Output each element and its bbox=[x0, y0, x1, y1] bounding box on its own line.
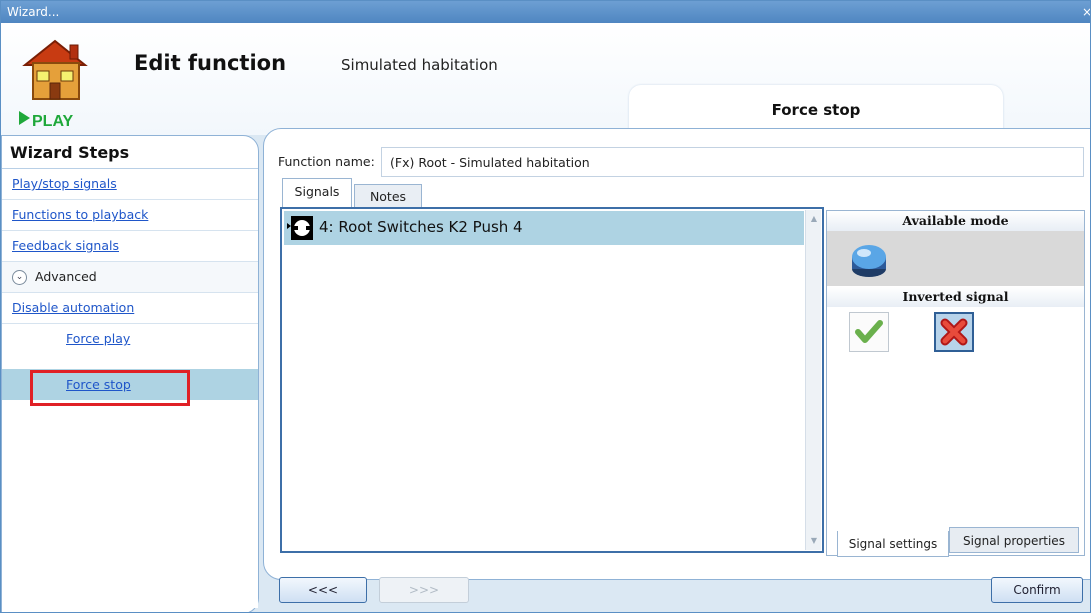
header: PLAY Edit function Simulated habitation … bbox=[1, 23, 1090, 135]
step-link-label[interactable]: Force play bbox=[66, 331, 130, 346]
scroll-up-icon[interactable]: ▲ bbox=[809, 214, 819, 224]
tab-signals[interactable]: Signals bbox=[282, 178, 352, 208]
blue-round-button-icon[interactable] bbox=[849, 239, 889, 279]
step-link-label[interactable]: Play/stop signals bbox=[12, 176, 117, 191]
page-subtitle: Simulated habitation bbox=[341, 56, 498, 74]
wizard-window: Wizard... × PLAY Edit function Simulated… bbox=[0, 0, 1091, 613]
tab-signal-properties[interactable]: Signal properties bbox=[949, 527, 1079, 553]
step-feedback-signals[interactable]: Feedback signals bbox=[2, 231, 258, 262]
advanced-label: Advanced bbox=[35, 269, 97, 284]
tab-notes[interactable]: Notes bbox=[354, 184, 422, 208]
step-disable-automation[interactable]: Disable automation bbox=[2, 293, 258, 324]
signals-list: 4: Root Switches K2 Push 4 ▲ ▼ bbox=[280, 207, 824, 553]
scrollbar[interactable]: ▲ ▼ bbox=[805, 210, 821, 550]
tab-signal-settings[interactable]: Signal settings bbox=[837, 531, 949, 557]
list-item[interactable]: 4: Root Switches K2 Push 4 bbox=[284, 211, 804, 245]
function-name-input[interactable] bbox=[381, 147, 1084, 177]
highlight-box bbox=[30, 370, 190, 406]
step-force-play[interactable]: Force play bbox=[2, 324, 258, 355]
wizard-steps-panel: Wizard Steps Play/stop signals Functions… bbox=[1, 135, 259, 612]
next-button[interactable]: >>> bbox=[379, 577, 469, 603]
confirm-button[interactable]: Confirm bbox=[991, 577, 1083, 603]
function-name-label: Function name: bbox=[278, 154, 375, 169]
house-play-icon: PLAY bbox=[15, 35, 103, 145]
advanced-expander[interactable]: ⌄ Advanced bbox=[2, 262, 258, 293]
close-icon[interactable]: × bbox=[1082, 1, 1090, 23]
available-mode-header: Available mode bbox=[827, 211, 1084, 231]
main-panel: Function name: Signals Notes 4: Root Swi… bbox=[263, 128, 1090, 580]
push-button-signal-icon bbox=[287, 216, 313, 240]
logo-play-text: PLAY bbox=[32, 113, 74, 130]
chevron-down-icon[interactable]: ⌄ bbox=[12, 270, 27, 285]
window-title: Wizard... bbox=[7, 5, 60, 19]
title-bar: Wizard... × bbox=[1, 1, 1090, 23]
step-link-label[interactable]: Functions to playback bbox=[12, 207, 148, 222]
step-functions-to-playback[interactable]: Functions to playback bbox=[2, 200, 258, 231]
wizard-steps-title: Wizard Steps bbox=[10, 143, 130, 162]
previous-button[interactable]: <<< bbox=[279, 577, 367, 603]
inverted-signal-header: Inverted signal bbox=[827, 287, 1084, 307]
red-x-icon[interactable] bbox=[934, 312, 974, 352]
green-check-icon[interactable] bbox=[849, 312, 889, 352]
signal-settings-panel: Available mode Inverted signal Signal se… bbox=[826, 210, 1085, 557]
signal-label: 4: Root Switches K2 Push 4 bbox=[319, 218, 523, 236]
step-link-label[interactable]: Feedback signals bbox=[12, 238, 119, 253]
scroll-down-icon[interactable]: ▼ bbox=[809, 536, 819, 546]
mode-band bbox=[827, 231, 1084, 286]
bottom-tabs: Signal settings Signal properties bbox=[827, 527, 1084, 557]
page-title: Edit function bbox=[134, 51, 287, 75]
step-link-label[interactable]: Disable automation bbox=[12, 300, 134, 315]
step-play-stop-signals[interactable]: Play/stop signals bbox=[2, 169, 258, 200]
